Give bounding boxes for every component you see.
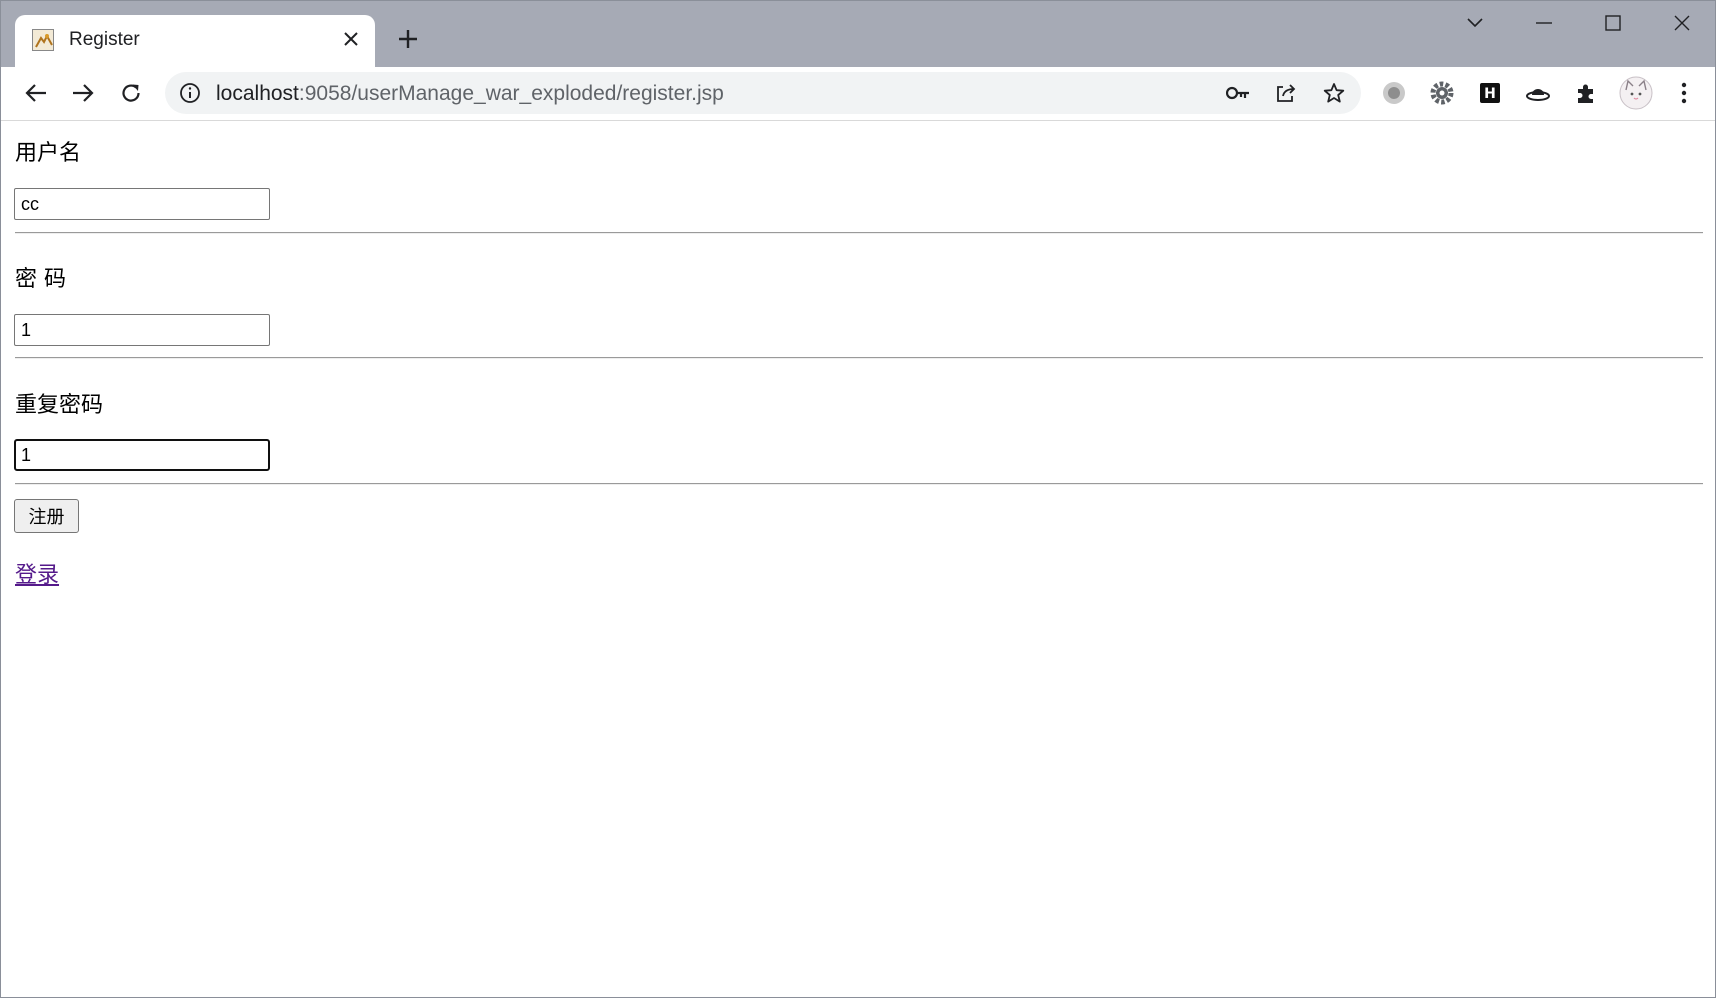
- tab-register[interactable]: Register: [15, 15, 375, 67]
- maximize-icon[interactable]: [1583, 1, 1643, 45]
- gear-extension-icon[interactable]: [1427, 78, 1457, 108]
- tomcat-favicon: [32, 29, 54, 51]
- password-input[interactable]: [14, 314, 270, 346]
- register-button[interactable]: 注册: [14, 499, 79, 533]
- key-icon[interactable]: [1224, 79, 1252, 107]
- url-path: :9058/userManage_war_exploded/register.j…: [298, 82, 724, 105]
- kebab-menu-icon[interactable]: [1669, 78, 1699, 108]
- browser-toolbar: localhost:9058/userManage_war_exploded/r…: [1, 67, 1715, 121]
- tab-close-icon[interactable]: [338, 26, 364, 52]
- divider: [15, 483, 1703, 485]
- divider: [15, 357, 1703, 359]
- url-host: localhost: [216, 82, 299, 105]
- url-text[interactable]: localhost:9058/userManage_war_exploded/r…: [216, 82, 724, 106]
- share-icon[interactable]: [1272, 79, 1300, 107]
- info-icon[interactable]: [179, 82, 201, 104]
- repeat-password-label: 重复密码: [15, 393, 104, 418]
- tab-title: Register: [69, 29, 140, 50]
- username-input[interactable]: [14, 188, 270, 220]
- h-extension-icon[interactable]: H: [1475, 78, 1505, 108]
- browser-window: Register localhost:9058/userManage_war_e…: [0, 0, 1716, 998]
- password-label: 密 码: [15, 267, 66, 292]
- puzzle-icon[interactable]: [1571, 78, 1601, 108]
- circle-extension-icon[interactable]: [1379, 78, 1409, 108]
- cat-avatar[interactable]: [1618, 75, 1654, 111]
- repeat-password-input[interactable]: [14, 439, 270, 471]
- minimize-icon[interactable]: [1514, 1, 1574, 45]
- tab-search-chevron-down-icon[interactable]: [1445, 1, 1505, 45]
- back-arrow-icon[interactable]: [19, 76, 53, 110]
- svg-text:H: H: [1484, 86, 1496, 102]
- forward-arrow-icon[interactable]: [66, 76, 100, 110]
- hat-extension-icon[interactable]: [1523, 78, 1553, 108]
- close-icon[interactable]: [1652, 1, 1712, 45]
- username-label: 用户名: [15, 141, 82, 166]
- divider: [15, 232, 1703, 234]
- reload-icon[interactable]: [114, 76, 148, 110]
- address-bar[interactable]: localhost:9058/userManage_war_exploded/r…: [165, 72, 1361, 114]
- star-icon[interactable]: [1320, 79, 1348, 107]
- new-tab-plus-icon[interactable]: [394, 25, 422, 53]
- login-link[interactable]: 登录: [15, 557, 59, 589]
- register-form: 用户名 密 码 重复密码 注册 登录: [1, 121, 1715, 997]
- tab-strip: Register: [1, 1, 1715, 67]
